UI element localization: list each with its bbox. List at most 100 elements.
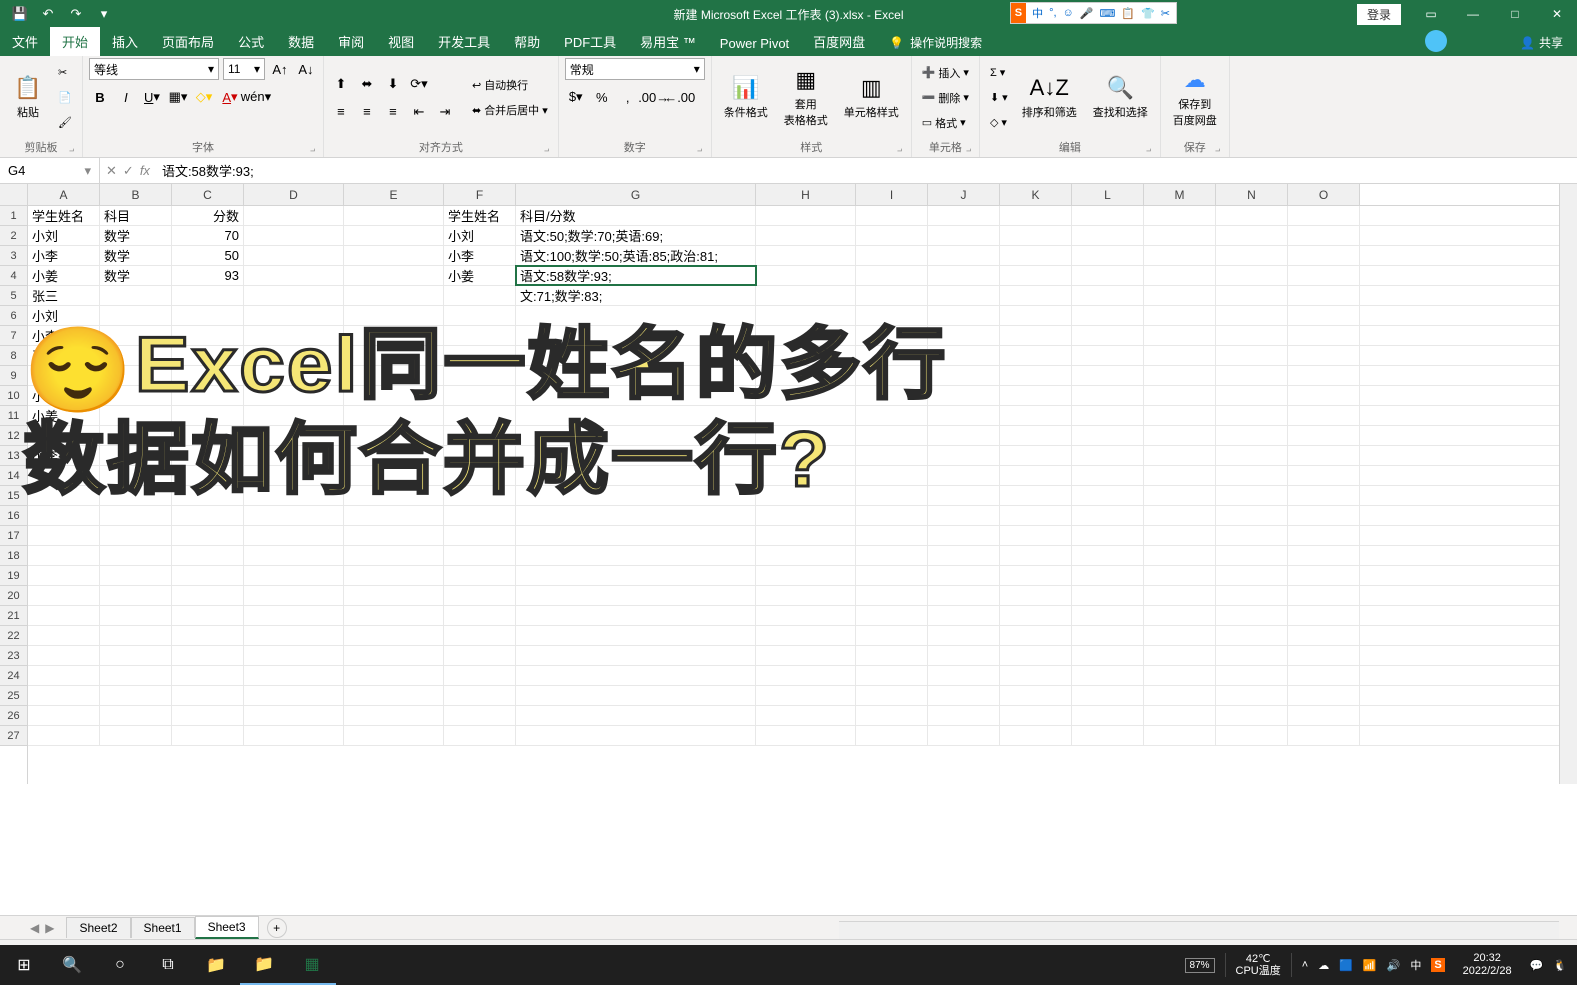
border-button[interactable]: ▦▾	[167, 86, 189, 108]
cell-O9[interactable]	[1288, 366, 1360, 385]
cell-K15[interactable]	[1000, 486, 1072, 505]
align-top-button[interactable]: ⬆	[330, 73, 352, 95]
col-header-I[interactable]: I	[856, 184, 928, 205]
cell-O22[interactable]	[1288, 626, 1360, 645]
cell-K20[interactable]	[1000, 586, 1072, 605]
cell-N11[interactable]	[1216, 406, 1288, 425]
cell-O26[interactable]	[1288, 706, 1360, 725]
indent-dec-button[interactable]: ⇤	[408, 101, 430, 123]
font-size-select[interactable]: 11▾	[223, 58, 265, 80]
cell-C11[interactable]	[172, 406, 244, 425]
cell-L23[interactable]	[1072, 646, 1144, 665]
cell-H20[interactable]	[756, 586, 856, 605]
cut-button[interactable]: ✂	[54, 62, 76, 84]
tab-formulas[interactable]: 公式	[226, 27, 276, 56]
cell-C15[interactable]	[172, 486, 244, 505]
cell-I18[interactable]	[856, 546, 928, 565]
cell-A27[interactable]	[28, 726, 100, 745]
cell-L18[interactable]	[1072, 546, 1144, 565]
tray-up-icon[interactable]: ˄	[1302, 959, 1308, 971]
ime-pad[interactable]: 📋	[1121, 7, 1135, 20]
cell-N21[interactable]	[1216, 606, 1288, 625]
row-header[interactable]: 6	[0, 306, 27, 326]
row-header[interactable]: 14	[0, 466, 27, 486]
cell-styles-button[interactable]: ▥单元格样式	[838, 63, 905, 133]
cell-D13[interactable]	[244, 446, 344, 465]
sheet-next-icon[interactable]: ▶	[45, 921, 54, 935]
cell-E5[interactable]	[344, 286, 444, 305]
tab-help[interactable]: 帮助	[502, 27, 552, 56]
cell-F22[interactable]	[444, 626, 516, 645]
cell-F20[interactable]	[444, 586, 516, 605]
cell-O13[interactable]	[1288, 446, 1360, 465]
cell-N20[interactable]	[1216, 586, 1288, 605]
cell-C18[interactable]	[172, 546, 244, 565]
cell-E21[interactable]	[344, 606, 444, 625]
comma-button[interactable]: ,	[617, 86, 639, 108]
cell-K1[interactable]	[1000, 206, 1072, 225]
cell-G7[interactable]	[516, 326, 756, 345]
cell-C27[interactable]	[172, 726, 244, 745]
font-color-button[interactable]: A▾	[219, 86, 241, 108]
cell-M7[interactable]	[1144, 326, 1216, 345]
shrink-font-button[interactable]: A↓	[295, 58, 317, 80]
sheet-prev-icon[interactable]: ◀	[30, 921, 39, 935]
cell-G3[interactable]: 语文:100;数学:50;英语:85;政治:81;	[516, 246, 756, 265]
cell-M10[interactable]	[1144, 386, 1216, 405]
cell-N10[interactable]	[1216, 386, 1288, 405]
cell-I17[interactable]	[856, 526, 928, 545]
cell-K12[interactable]	[1000, 426, 1072, 445]
copy-button[interactable]: 📄	[54, 87, 76, 109]
cell-A9[interactable]: 小刘	[28, 366, 100, 385]
cell-H15[interactable]	[756, 486, 856, 505]
cell-H13[interactable]	[756, 446, 856, 465]
cell-K9[interactable]	[1000, 366, 1072, 385]
cell-E1[interactable]	[344, 206, 444, 225]
cell-O15[interactable]	[1288, 486, 1360, 505]
cell-A3[interactable]: 小李	[28, 246, 100, 265]
cell-O18[interactable]	[1288, 546, 1360, 565]
cell-C14[interactable]	[172, 466, 244, 485]
cell-L16[interactable]	[1072, 506, 1144, 525]
cell-G15[interactable]	[516, 486, 756, 505]
cell-K8[interactable]	[1000, 346, 1072, 365]
cell-G2[interactable]: 语文:50;数学:70;英语:69;	[516, 226, 756, 245]
cell-I4[interactable]	[856, 266, 928, 285]
cell-A24[interactable]	[28, 666, 100, 685]
cell-O2[interactable]	[1288, 226, 1360, 245]
ime-keyboard[interactable]: ⌨	[1099, 7, 1115, 20]
cell-F8[interactable]	[444, 346, 516, 365]
cell-H14[interactable]	[756, 466, 856, 485]
ribbon-options-icon[interactable]: ▭	[1411, 0, 1451, 28]
cell-C23[interactable]	[172, 646, 244, 665]
add-sheet-button[interactable]: +	[267, 918, 287, 938]
cell-L25[interactable]	[1072, 686, 1144, 705]
tab-review[interactable]: 审阅	[326, 27, 376, 56]
cell-H18[interactable]	[756, 546, 856, 565]
cell-I15[interactable]	[856, 486, 928, 505]
cell-K5[interactable]	[1000, 286, 1072, 305]
tab-view[interactable]: 视图	[376, 27, 426, 56]
row-header[interactable]: 19	[0, 566, 27, 586]
cell-L8[interactable]	[1072, 346, 1144, 365]
row-header[interactable]: 13	[0, 446, 27, 466]
cell-C10[interactable]	[172, 386, 244, 405]
undo-icon[interactable]: ↶	[36, 2, 60, 26]
cell-F3[interactable]: 小李	[444, 246, 516, 265]
cell-N15[interactable]	[1216, 486, 1288, 505]
cell-D4[interactable]	[244, 266, 344, 285]
cell-O24[interactable]	[1288, 666, 1360, 685]
ime-skin[interactable]: 👕	[1141, 7, 1155, 20]
cell-K10[interactable]	[1000, 386, 1072, 405]
cell-K13[interactable]	[1000, 446, 1072, 465]
cell-J6[interactable]	[928, 306, 1000, 325]
cell-O6[interactable]	[1288, 306, 1360, 325]
cell-D5[interactable]	[244, 286, 344, 305]
italic-button[interactable]: I	[115, 86, 137, 108]
cell-J7[interactable]	[928, 326, 1000, 345]
cell-E10[interactable]	[344, 386, 444, 405]
cell-L19[interactable]	[1072, 566, 1144, 585]
ime-tool[interactable]: ✂	[1161, 7, 1170, 20]
cell-F2[interactable]: 小刘	[444, 226, 516, 245]
cell-A18[interactable]	[28, 546, 100, 565]
